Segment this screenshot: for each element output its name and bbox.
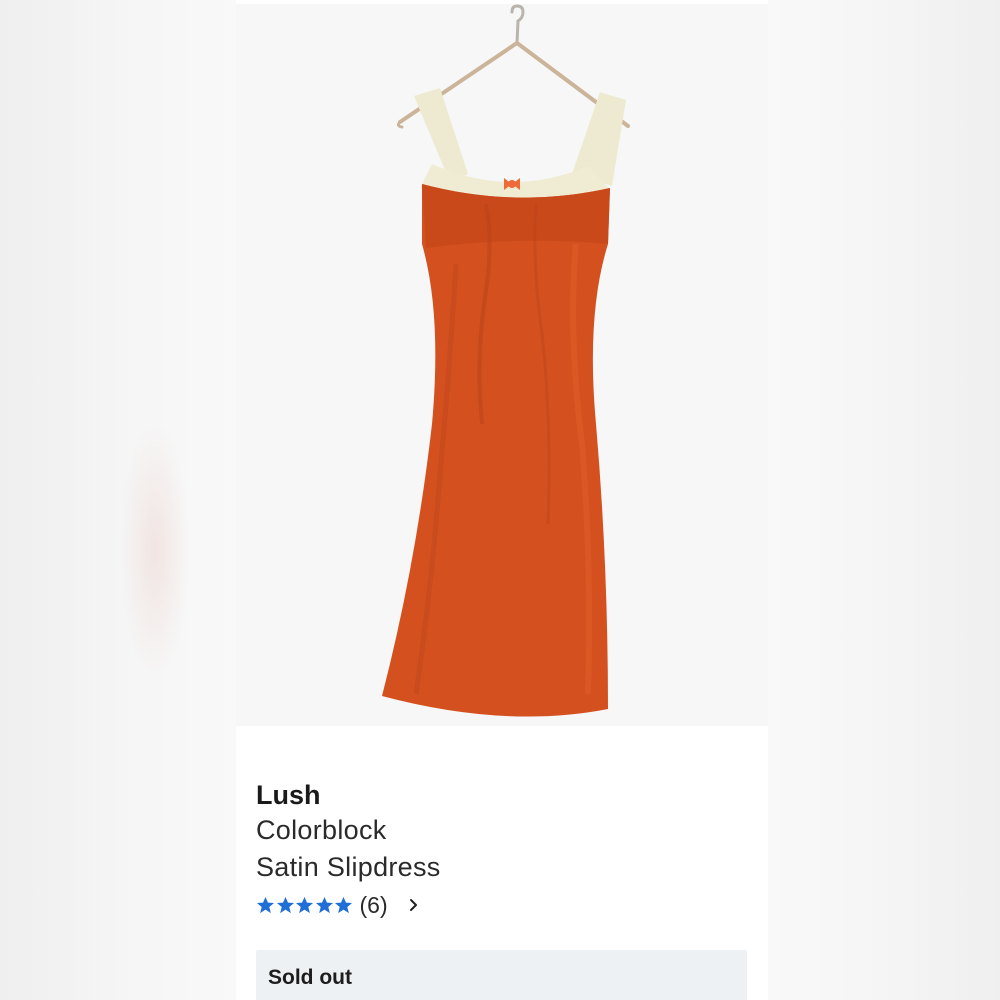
- right-backdrop: [768, 0, 1000, 1000]
- star-icon: [315, 896, 333, 913]
- star-icon: [334, 896, 353, 913]
- left-backdrop: [0, 0, 236, 1000]
- rating-row[interactable]: (6): [256, 890, 756, 920]
- star-icon: [295, 896, 314, 913]
- sold-out-label: Sold out: [268, 966, 352, 989]
- sold-out-banner: Sold out: [256, 950, 747, 1000]
- left-backdrop-tint: [120, 420, 190, 680]
- product-image[interactable]: [236, 4, 768, 726]
- product-name-line-1[interactable]: Colorblock: [256, 812, 756, 849]
- product-name-line-2[interactable]: Satin Slipdress: [256, 849, 756, 886]
- product-card[interactable]: Lush Colorblock Satin Slipdress (6) Sold…: [236, 0, 768, 1000]
- product-info: Lush Colorblock Satin Slipdress (6): [256, 778, 756, 920]
- rating-stars: [256, 896, 354, 915]
- star-icon: [256, 896, 275, 913]
- review-count[interactable]: (6): [360, 892, 388, 919]
- chevron-right-icon[interactable]: [408, 898, 418, 912]
- star-icon: [276, 896, 294, 913]
- brand-name[interactable]: Lush: [256, 778, 756, 812]
- dress-illustration: [382, 4, 630, 717]
